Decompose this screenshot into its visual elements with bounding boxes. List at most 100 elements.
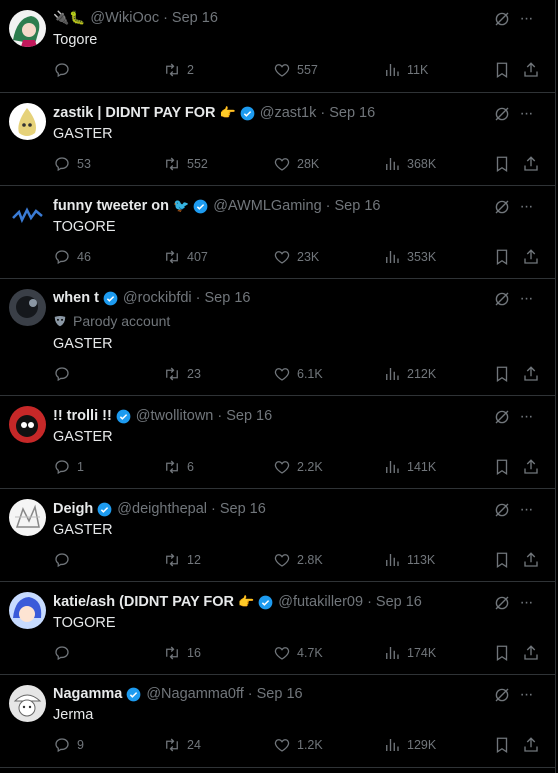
user-handle[interactable]: @AWMLGaming xyxy=(213,198,321,214)
avatar[interactable] xyxy=(9,499,46,536)
timestamp[interactable]: Sep 16 xyxy=(226,408,272,424)
user-handle[interactable]: @zast1k xyxy=(260,105,317,121)
grok-icon[interactable] xyxy=(493,501,511,519)
retweet-button[interactable]: 24 xyxy=(163,735,201,755)
more-icon[interactable]: ··· xyxy=(517,198,535,216)
share-button[interactable] xyxy=(522,247,540,267)
like-button[interactable]: 2.2K xyxy=(273,457,323,477)
retweet-button[interactable]: 12 xyxy=(163,550,201,570)
like-button[interactable]: 1.2K xyxy=(273,735,323,755)
display-name[interactable]: zastik | DIDNT PAY FOR xyxy=(53,105,216,121)
more-icon[interactable]: ··· xyxy=(517,10,535,28)
share-button[interactable] xyxy=(522,643,540,663)
share-button[interactable] xyxy=(522,364,540,384)
views-button[interactable]: 368K xyxy=(383,154,436,174)
timestamp[interactable]: Sep 16 xyxy=(172,10,218,26)
grok-icon[interactable] xyxy=(493,408,511,426)
timestamp[interactable]: Sep 16 xyxy=(329,105,375,121)
tweet[interactable]: !! trolli !! @twollitown · Sep 16 GASTER… xyxy=(0,396,555,489)
user-handle[interactable]: @rockibfdi xyxy=(123,290,192,306)
tweet[interactable]: Deigh @deighthepal · Sep 16 GASTER ··· 1… xyxy=(0,489,555,582)
tweet[interactable]: 🔌🐛 @WikiOoc · Sep 16 Togore ··· 2 557 11… xyxy=(0,0,555,93)
user-handle[interactable]: @deighthepal xyxy=(117,501,207,517)
like-button[interactable]: 28K xyxy=(273,154,319,174)
timestamp[interactable]: Sep 16 xyxy=(376,594,422,610)
share-button[interactable] xyxy=(522,154,540,174)
grok-icon[interactable] xyxy=(493,105,511,123)
like-button[interactable]: 557 xyxy=(273,60,318,80)
avatar[interactable] xyxy=(9,685,46,722)
views-button[interactable]: 353K xyxy=(383,247,436,267)
tweet[interactable]: katie/ash (DIDNT PAY FOR 👉 @futakiller09… xyxy=(0,582,555,675)
reply-button[interactable] xyxy=(53,550,77,570)
more-icon[interactable]: ··· xyxy=(517,408,535,426)
timestamp[interactable]: Sep 16 xyxy=(257,686,303,702)
tweet[interactable]: funny tweeter on 🐦 @AWMLGaming · Sep 16 … xyxy=(0,186,555,279)
views-button[interactable]: 11K xyxy=(383,60,428,80)
tweet[interactable]: zastik | DIDNT PAY FOR 👉 @zast1k · Sep 1… xyxy=(0,93,555,186)
more-icon[interactable]: ··· xyxy=(517,501,535,519)
more-icon[interactable]: ··· xyxy=(517,594,535,612)
views-button[interactable]: 212K xyxy=(383,364,436,384)
reply-button[interactable]: 46 xyxy=(53,247,91,267)
grok-icon[interactable] xyxy=(493,290,511,308)
avatar[interactable] xyxy=(9,196,46,233)
like-button[interactable]: 2.8K xyxy=(273,550,323,570)
more-icon[interactable]: ··· xyxy=(517,290,535,308)
share-button[interactable] xyxy=(522,60,540,80)
display-name[interactable]: Deigh xyxy=(53,501,93,517)
grok-icon[interactable] xyxy=(493,198,511,216)
avatar[interactable] xyxy=(9,592,46,629)
user-handle[interactable]: @twollitown xyxy=(136,408,214,424)
more-icon[interactable]: ··· xyxy=(517,686,535,704)
display-name[interactable]: Nagamma xyxy=(53,686,122,702)
display-name[interactable]: !! trolli !! xyxy=(53,408,112,424)
views-button[interactable]: 141K xyxy=(383,457,436,477)
like-button[interactable]: 4.7K xyxy=(273,643,323,663)
bookmark-button[interactable] xyxy=(493,154,511,174)
timestamp[interactable]: Sep 16 xyxy=(335,198,381,214)
reply-button[interactable]: 53 xyxy=(53,154,91,174)
tweet[interactable]: Nagamma @Nagamma0ff · Sep 16 Jerma ··· 9… xyxy=(0,675,555,768)
share-button[interactable] xyxy=(522,550,540,570)
retweet-button[interactable]: 407 xyxy=(163,247,208,267)
display-name[interactable]: when t xyxy=(53,290,99,306)
reply-button[interactable]: 1 xyxy=(53,457,84,477)
bookmark-button[interactable] xyxy=(493,457,511,477)
user-handle[interactable]: @WikiOoc xyxy=(90,10,159,26)
like-button[interactable]: 23K xyxy=(273,247,319,267)
user-handle[interactable]: @futakiller09 xyxy=(278,594,363,610)
bookmark-button[interactable] xyxy=(493,60,511,80)
share-button[interactable] xyxy=(522,457,540,477)
display-name[interactable]: katie/ash (DIDNT PAY FOR xyxy=(53,594,234,610)
timestamp[interactable]: Sep 16 xyxy=(204,290,250,306)
bookmark-button[interactable] xyxy=(493,550,511,570)
avatar[interactable] xyxy=(9,406,46,443)
reply-button[interactable]: 9 xyxy=(53,735,84,755)
bookmark-button[interactable] xyxy=(493,643,511,663)
grok-icon[interactable] xyxy=(493,686,511,704)
avatar[interactable] xyxy=(9,289,46,326)
more-icon[interactable]: ··· xyxy=(517,105,535,123)
bookmark-button[interactable] xyxy=(493,735,511,755)
retweet-button[interactable]: 2 xyxy=(163,60,194,80)
retweet-button[interactable]: 552 xyxy=(163,154,208,174)
bookmark-button[interactable] xyxy=(493,364,511,384)
avatar[interactable] xyxy=(9,10,46,47)
bookmark-button[interactable] xyxy=(493,247,511,267)
reply-button[interactable] xyxy=(53,60,77,80)
grok-icon[interactable] xyxy=(493,594,511,612)
reply-button[interactable] xyxy=(53,643,77,663)
views-button[interactable]: 113K xyxy=(383,550,435,570)
tweet[interactable]: when t @rockibfdi · Sep 16 Parody accoun… xyxy=(0,279,555,396)
user-handle[interactable]: @Nagamma0ff xyxy=(146,686,243,702)
reply-button[interactable] xyxy=(53,364,77,384)
display-name[interactable]: funny tweeter on xyxy=(53,198,169,214)
views-button[interactable]: 174K xyxy=(383,643,436,663)
like-button[interactable]: 6.1K xyxy=(273,364,323,384)
views-button[interactable]: 129K xyxy=(383,735,436,755)
retweet-button[interactable]: 23 xyxy=(163,364,201,384)
timestamp[interactable]: Sep 16 xyxy=(220,501,266,517)
retweet-button[interactable]: 16 xyxy=(163,643,201,663)
share-button[interactable] xyxy=(522,735,540,755)
